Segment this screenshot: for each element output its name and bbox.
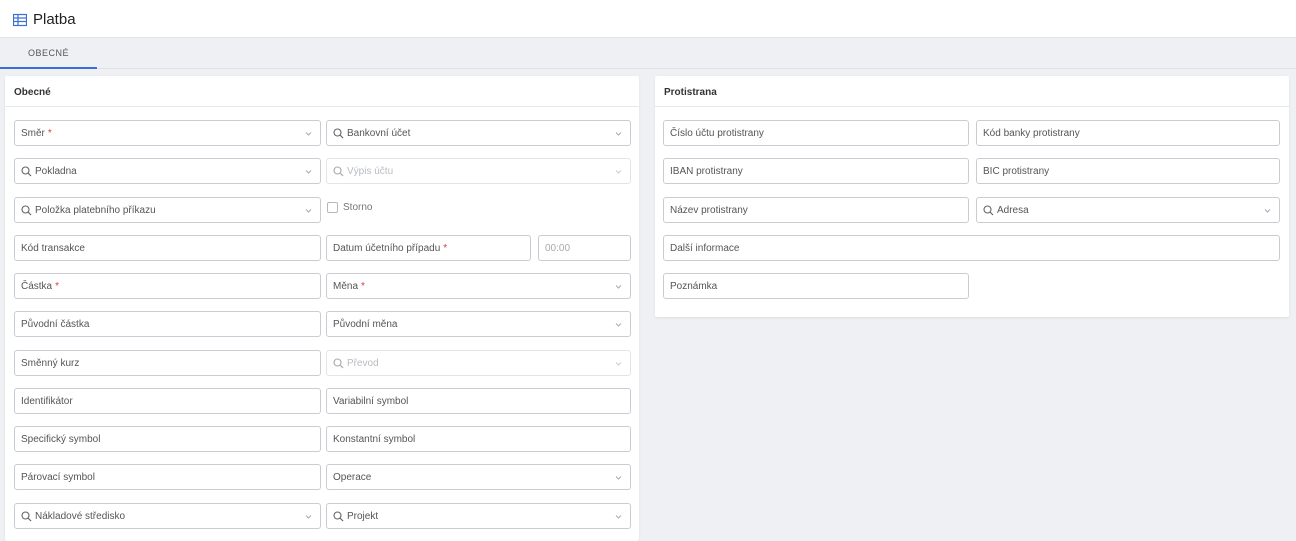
chevron-down-icon <box>305 130 312 137</box>
chevron-down-icon <box>305 513 312 520</box>
adresa-select[interactable]: Adresa <box>976 197 1280 223</box>
nazev-input[interactable]: Název protistrany <box>663 197 969 223</box>
tab-obecne[interactable]: OBECNÉ <box>0 38 97 69</box>
bic-input[interactable]: BIC protistrany <box>976 158 1280 184</box>
general-panel-title: Obecné <box>5 76 639 107</box>
polozka-label: Položka platebního příkazu <box>35 204 156 216</box>
search-icon <box>333 127 344 138</box>
chevron-down-icon <box>615 168 622 175</box>
nazev-label: Název protistrany <box>670 204 748 216</box>
smenny-kurz-input[interactable]: Směnný kurz <box>14 350 321 376</box>
identifikator-label: Identifikátor <box>21 395 73 407</box>
required-marker: * <box>361 280 365 292</box>
poznamka-input[interactable]: Poznámka <box>663 273 969 299</box>
puvodni-mena-label: Původní měna <box>333 318 398 330</box>
table-icon <box>13 13 27 26</box>
puvodni-mena-select[interactable]: Původní měna <box>326 311 631 337</box>
puvodni-castka-label: Původní částka <box>21 318 90 330</box>
nakladove-stredisko-label: Nákladové středisko <box>35 510 126 522</box>
search-icon <box>21 204 32 215</box>
puvodni-castka-input[interactable]: Původní částka <box>14 311 321 337</box>
kod-banky-input[interactable]: Kód banky protistrany <box>976 120 1280 146</box>
datum-label: Datum účetního případu <box>333 242 441 254</box>
search-icon <box>983 204 994 215</box>
smer-select[interactable]: Směr * <box>14 120 321 146</box>
vypis-uctu-label: Výpis účtu <box>347 165 394 177</box>
operace-label: Operace <box>333 471 372 483</box>
kod-transakce-label: Kód transakce <box>21 242 85 254</box>
identifikator-input[interactable]: Identifikátor <box>14 388 321 414</box>
polozka-select[interactable]: Položka platebního příkazu <box>14 197 321 223</box>
mena-label: Měna <box>333 280 359 292</box>
time-label: 00:00 <box>545 242 571 254</box>
datum-input[interactable]: Datum účetního případu * <box>326 235 531 261</box>
pokladna-label: Pokladna <box>35 165 77 177</box>
chevron-down-icon <box>1264 207 1271 214</box>
tab-bar: OBECNÉ <box>0 38 1296 69</box>
poznamka-label: Poznámka <box>670 280 718 292</box>
specificky-symbol-label: Specifický symbol <box>21 433 101 445</box>
iban-label: IBAN protistrany <box>670 165 743 177</box>
required-marker: * <box>443 242 448 254</box>
search-icon <box>333 510 344 521</box>
chevron-down-icon <box>615 321 622 328</box>
required-marker: * <box>47 127 52 139</box>
konstantni-symbol-label: Konstantní symbol <box>333 433 416 445</box>
search-icon <box>21 510 32 521</box>
chevron-down-icon <box>615 283 622 290</box>
castka-input[interactable]: Částka * <box>14 273 321 299</box>
page-title: Platba <box>33 11 76 28</box>
prevod-label: Převod <box>347 357 379 369</box>
operace-select[interactable]: Operace <box>326 464 631 490</box>
bic-label: BIC protistrany <box>983 165 1050 177</box>
chevron-down-icon <box>305 207 312 214</box>
dalsi-informace-label: Další informace <box>670 242 740 254</box>
chevron-down-icon <box>305 168 312 175</box>
kod-transakce-input[interactable]: Kód transakce <box>14 235 321 261</box>
nakladove-stredisko-select[interactable]: Nákladové středisko <box>14 503 321 529</box>
title-wrap: Platba <box>13 11 76 28</box>
adresa-label: Adresa <box>997 204 1029 216</box>
bankovni-ucet-label: Bankovní účet <box>347 127 411 139</box>
prevod-select: Převod <box>326 350 631 376</box>
required-marker: * <box>55 280 60 292</box>
search-icon <box>333 357 344 368</box>
cislo-uctu-input[interactable]: Číslo účtu protistrany <box>663 120 969 146</box>
search-icon <box>21 165 32 176</box>
chevron-down-icon <box>615 130 622 137</box>
variabilni-symbol-input[interactable]: Variabilní symbol <box>326 388 631 414</box>
counterparty-panel: Protistrana Číslo účtu protistrany Kód b… <box>655 76 1289 317</box>
storno-label: Storno <box>343 202 373 213</box>
app-header: Platba <box>0 0 1296 38</box>
chevron-down-icon <box>615 513 622 520</box>
projekt-label: Projekt <box>347 510 379 522</box>
parovaci-symbol-label: Párovací symbol <box>21 471 95 483</box>
search-icon <box>333 165 344 176</box>
cislo-uctu-label: Číslo účtu protistrany <box>670 127 764 139</box>
dalsi-informace-input[interactable]: Další informace <box>663 235 1280 261</box>
general-panel: Obecné Směr * Bankovní účet Pokladna Výpi… <box>5 76 639 541</box>
vypis-uctu-select: Výpis účtu <box>326 158 631 184</box>
storno-checkbox[interactable] <box>327 202 338 213</box>
mena-select[interactable]: Měna * <box>326 273 631 299</box>
projekt-select[interactable]: Projekt <box>326 503 631 529</box>
specificky-symbol-input[interactable]: Specifický symbol <box>14 426 321 452</box>
smer-label: Směr <box>21 127 45 139</box>
konstantni-symbol-input[interactable]: Konstantní symbol <box>326 426 631 452</box>
storno-checkbox-row[interactable]: Storno <box>327 202 372 213</box>
parovaci-symbol-input[interactable]: Párovací symbol <box>14 464 321 490</box>
smenny-kurz-label: Směnný kurz <box>21 357 80 369</box>
chevron-down-icon <box>615 474 622 481</box>
chevron-down-icon <box>615 360 622 367</box>
variabilni-symbol-label: Variabilní symbol <box>333 395 409 407</box>
time-input[interactable]: 00:00 <box>538 235 631 261</box>
iban-input[interactable]: IBAN protistrany <box>663 158 969 184</box>
kod-banky-label: Kód banky protistrany <box>983 127 1080 139</box>
pokladna-select[interactable]: Pokladna <box>14 158 321 184</box>
castka-label: Částka <box>21 280 53 292</box>
bankovni-ucet-select[interactable]: Bankovní účet <box>326 120 631 146</box>
counterparty-panel-title: Protistrana <box>655 76 1289 107</box>
